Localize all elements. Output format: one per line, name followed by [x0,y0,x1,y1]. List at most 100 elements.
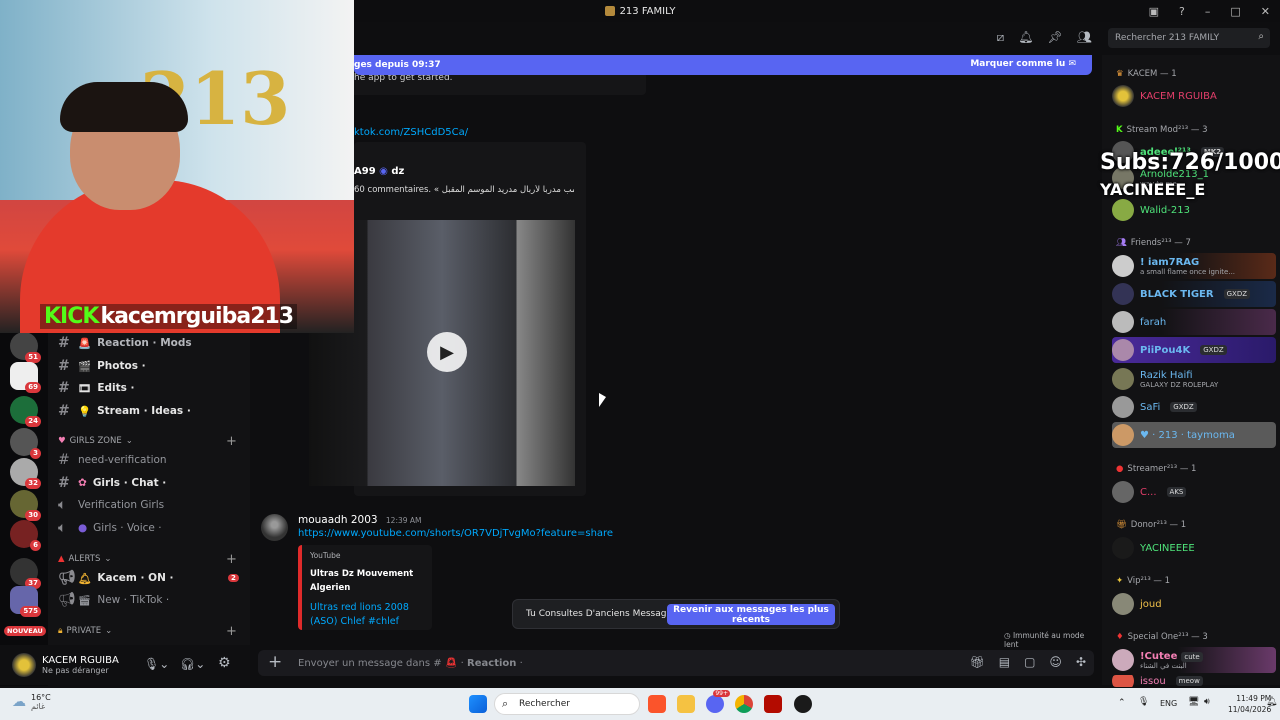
member-item[interactable]: BLACK TIGER GXDZ [1112,281,1276,307]
minimize-button[interactable]: – [1205,5,1211,18]
bell-icon[interactable]: 🔔︎ [1018,30,1033,45]
embed-description: 60 commentaires. « ديدي ديشامب مدرباً لأ… [354,185,574,195]
tray-chevron-icon[interactable]: ⌃ [1118,698,1126,708]
obs-icon[interactable] [794,695,812,713]
channel-stream-ideas[interactable]: # 💡 Stream · Ideas · [58,401,191,421]
mic-tray-icon[interactable]: 🎙︎ [1138,697,1149,707]
clock[interactable]: 11:49 PM 11/04/2026 [1228,693,1271,715]
siren-icon: 🚨︎ [441,657,461,669]
tiktok-link[interactable]: ktok.com/ZSHCdD5Ca/ [354,127,468,138]
user-name[interactable]: KACEM RGUIBA [42,655,119,666]
windows-start-icon[interactable] [469,695,487,713]
message-author[interactable]: mouaadh 2003 [298,514,378,526]
brave-icon[interactable] [648,695,666,713]
mark-read-button[interactable]: Marquer comme lu ✉ [970,59,1076,69]
member-item[interactable]: C... AKS [1112,479,1276,505]
acrobat-icon[interactable] [764,695,782,713]
play-icon[interactable]: ▶ [427,332,467,372]
headphones-icon[interactable]: 🎧︎⌄ [180,657,205,671]
help-icon[interactable]: ? [1179,5,1185,18]
maximize-button[interactable]: □ [1230,5,1240,18]
member-item[interactable]: YACINEEEE [1112,535,1276,561]
chat-header: ⧄ 🔔︎ 📌︎ 👥︎ [354,22,1100,54]
gift-icon[interactable]: 🎁︎ [970,655,985,669]
member-item[interactable]: issou meow [1112,675,1276,687]
add-channel-icon[interactable]: + [226,624,237,639]
member-item[interactable]: SaFi GXDZ [1112,394,1276,420]
gif-icon[interactable]: ▤ [999,655,1010,669]
weather-widget[interactable]: ☁ 16°C غائم [12,693,51,711]
mark-read-icon: ✉ [1068,59,1076,69]
mouse-cursor [599,393,606,407]
member-item[interactable]: ♥ · 213 · taymoma [1112,422,1276,448]
server-icon[interactable]: 69 [10,362,41,393]
member-item[interactable]: joud [1112,591,1276,617]
sticker-icon[interactable]: ▢ [1024,655,1035,669]
member-item[interactable]: !Cutee cute البنت في الشتاء [1112,647,1276,673]
channel-kacem-on[interactable]: 📢︎ 🔔︎ Kacem · ON · 2 [58,568,239,588]
server-icon[interactable]: 51 [10,332,41,363]
file-explorer-icon[interactable] [677,695,695,713]
avatar[interactable] [261,514,288,541]
language-indicator[interactable]: ENG [1160,699,1177,708]
close-button[interactable]: ✕ [1261,5,1270,18]
server-icon[interactable]: 32 [10,458,41,489]
embed-channel[interactable]: Ultras Dz Mouvement Algerien [310,567,432,595]
channel-verification-girls[interactable]: 🔈︎ Verification Girls [58,495,164,515]
add-channel-icon[interactable]: + [226,434,237,449]
members-icon[interactable]: 👥︎ [1077,30,1092,45]
threads-icon[interactable]: ⧄ [997,30,1005,45]
volume-icon[interactable]: 🔊︎ [1204,697,1210,707]
member-item[interactable]: farah [1112,309,1276,335]
channel-need-verification[interactable]: # need-verification [58,450,167,470]
category-girls-zone[interactable]: ♥ GIRLS ZONE ⌄ + [58,434,237,449]
taskbar-search[interactable]: ⌕ Rechercher [494,693,640,715]
member-item[interactable]: Razik Haifi GALAXY DZ ROLEPLAY [1112,366,1276,392]
channel-girls-voice[interactable]: 🔈︎ ● Girls · Voice · [58,518,162,538]
channel-reaction[interactable]: # 🚨 Reaction · Mods [58,333,192,353]
member-item[interactable]: PiiPou4K GXDZ [1112,337,1276,363]
server-icon[interactable]: 24 [10,396,41,427]
avatar[interactable] [12,653,36,677]
hash-icon: # [58,380,70,396]
role-header: K Stream Mod²¹³ — 3 [1116,125,1208,135]
category-private[interactable]: 🔒︎ Private ⌄ + [58,624,237,639]
chrome-icon[interactable] [735,695,753,713]
channel-edits[interactable]: # 🎞 Edits · [58,378,135,398]
channel-girls-chat[interactable]: # ✿ Girls · Chat · [58,473,166,493]
member-item[interactable]: KACEM RGUIBA [1112,83,1276,109]
hash-icon: # [58,475,70,491]
member-item[interactable]: Walid-213 [1112,197,1276,223]
server-icon [604,6,615,16]
microphone-icon[interactable]: 🎙︎⌄ [144,657,169,671]
pin-icon[interactable]: 📌︎ [1048,30,1063,45]
add-channel-icon[interactable]: + [226,552,237,567]
embed-author[interactable]: A99 ◉ dz [354,166,404,177]
inbox-icon[interactable]: ▣ [1149,5,1159,18]
server-icon[interactable]: 30 [10,490,41,521]
new-messages-bar[interactable]: ges depuis 09:37 Marquer comme lu ✉ [354,55,1092,75]
apps-icon[interactable]: ✣ [1076,655,1086,669]
embed-title[interactable]: Ultras red lions 2008 (ASO) Chlef #chlef [310,601,432,629]
server-icon[interactable]: 575 [10,586,41,617]
channel-photos[interactable]: # 🎬 Photos · [58,356,146,376]
search-input[interactable]: Rechercher 213 FAMILY ⌕ [1108,28,1270,48]
add-attachment-icon[interactable]: + [268,652,282,672]
discord-icon[interactable]: 99+ [706,690,730,713]
old-messages-notice: Tu Consultes D'anciens Messages Revenir … [512,599,840,629]
unread-badge: 2 [228,574,239,582]
network-icon[interactable]: 🖥︎ [1188,697,1199,707]
server-icon[interactable]: 37 [10,558,41,589]
message-composer[interactable]: + Envoyer un message dans # 🚨︎ · Reactio… [258,650,1094,676]
member-item[interactable]: ! iam7RAG a small flame once ignite... [1112,253,1276,279]
channel-new-tiktok[interactable]: 📢︎ 🎬︎ New · TikTok · [58,590,169,610]
role-header: ● Streamer²¹³ — 1 [1116,464,1197,474]
settings-icon[interactable]: ⚙ [218,655,231,671]
emoji-icon[interactable]: ☺ [1049,655,1062,669]
youtube-link[interactable]: https://www.youtube.com/shorts/OR7VDjTvg… [298,528,613,539]
server-icon[interactable]: 3 [10,428,41,459]
jump-to-present-button[interactable]: Revenir aux messages les plus récents [667,604,835,625]
notification-icon[interactable]: 🔔︎ [1266,697,1277,707]
category-alerts[interactable]: ▲ ALERTS ⌄ + [58,552,237,567]
server-icon[interactable]: 6 [10,520,41,551]
